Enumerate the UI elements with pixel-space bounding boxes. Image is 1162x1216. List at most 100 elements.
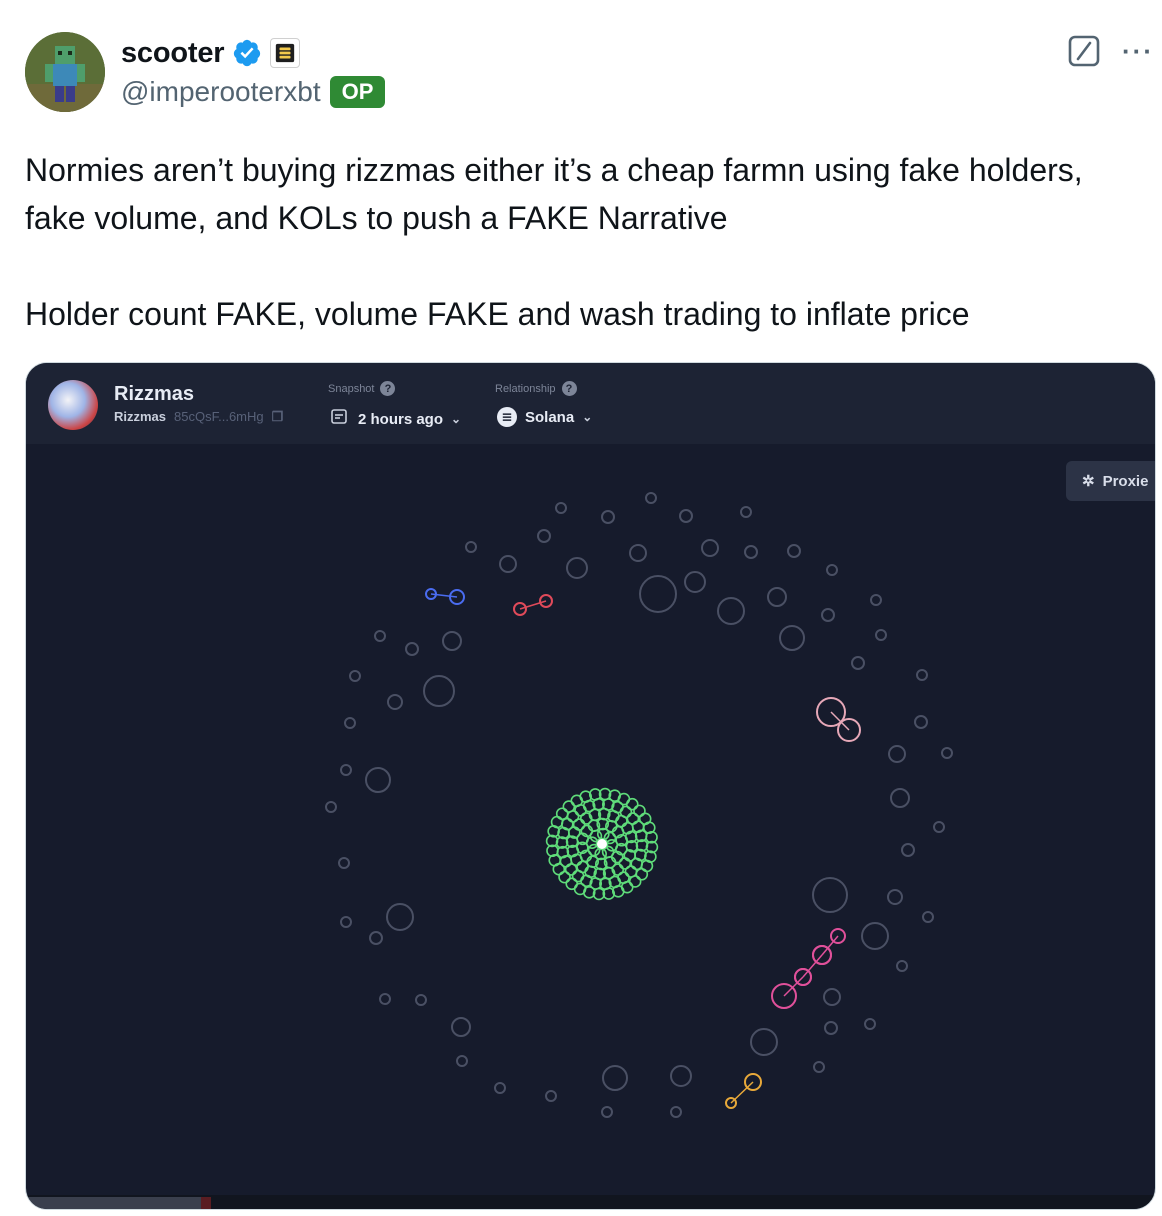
holder-bubble [640, 859, 654, 873]
holder-bubble [617, 792, 631, 806]
grok-icon[interactable] [1067, 34, 1101, 68]
holder-bubble [601, 1106, 613, 1118]
author-name-row: scooter [121, 34, 301, 72]
author-handle[interactable]: @imperooterxbt [121, 76, 321, 108]
holder-bubble [601, 510, 615, 524]
op-badge: OP [329, 76, 386, 108]
holder-bubble [813, 1061, 825, 1073]
token-name: Rizzmas [114, 383, 195, 405]
holder-bubble [451, 1017, 471, 1037]
snapshot-label-row: Snapshot ? [328, 381, 396, 396]
proxies-button: ✲ Proxie [1066, 461, 1155, 501]
proxies-label: Proxie [1102, 472, 1149, 490]
token-symbol: Rizzmas [114, 409, 167, 424]
holder-bubble [670, 1106, 682, 1118]
holder-bubble [365, 767, 391, 793]
holder-bubble [787, 544, 801, 558]
holder-bubble [386, 903, 414, 931]
tweet-paragraph-2: Holder count FAKE, volume FAKE and wash … [25, 296, 970, 332]
holder-bubble [340, 764, 352, 776]
relationship-value: Solana [525, 408, 575, 426]
linked-clusters [425, 588, 861, 1109]
author-avatar[interactable] [25, 32, 105, 112]
cluster-link [802, 954, 823, 978]
holder-bubble [864, 1018, 876, 1030]
holder-bubble [888, 745, 906, 763]
holder-bubble [812, 877, 848, 913]
holder-bubble [558, 870, 571, 884]
help-icon: ? [561, 381, 577, 396]
scrollbar-thumb [26, 1197, 201, 1209]
holder-bubble [914, 715, 928, 729]
holder-bubble [562, 800, 576, 813]
holder-bubble [625, 797, 639, 811]
snapshot-value: 2 hours ago [358, 410, 444, 428]
avatar-image [25, 32, 105, 112]
holder-bubble [566, 557, 588, 579]
holder-bubble [701, 539, 719, 557]
holder-bubble [571, 869, 585, 883]
holder-bubble [851, 656, 865, 670]
holder-bubble [922, 911, 934, 923]
author-display-name[interactable]: scooter [121, 37, 225, 70]
holder-bubble [465, 541, 477, 553]
holder-bubble [645, 492, 657, 504]
holder-bubble [379, 993, 391, 1005]
holder-bubble [635, 867, 649, 881]
holder-bubble [779, 625, 805, 651]
holder-bubble [555, 502, 567, 514]
holder-bubble [456, 1055, 468, 1067]
help-icon: ? [380, 381, 396, 396]
holder-bubble [875, 629, 887, 641]
affiliation-badge-icon[interactable] [270, 38, 301, 68]
holder-bubble [679, 509, 693, 523]
bubble-map-graph [325, 492, 953, 1118]
holder-bubble [405, 642, 419, 656]
token-address: 85cQsF...6mHg [174, 409, 264, 424]
chevron-down-icon: ⌄ [451, 412, 462, 426]
holder-bubble [890, 788, 910, 808]
central-node [597, 839, 607, 849]
holder-bubble [870, 594, 882, 606]
snapshot-label: Snapshot [328, 382, 375, 395]
holder-bubble [338, 857, 350, 869]
cluster-link [830, 711, 850, 731]
holder-bubble [744, 545, 758, 559]
holder-bubble [740, 506, 752, 518]
holder-bubble [573, 882, 587, 896]
holder-bubble [826, 564, 838, 576]
holder-bubble [550, 815, 564, 829]
holder-bubble [349, 670, 361, 682]
relationship-label: Relationship [495, 382, 556, 395]
holder-bubble [639, 575, 677, 613]
holder-bubble [619, 805, 633, 819]
solana-icon [497, 407, 517, 427]
verified-badge-icon[interactable] [232, 38, 262, 68]
author-handle-row: @imperooterxbt OP [121, 76, 386, 108]
holder-bubble [941, 747, 953, 759]
holder-bubble [717, 597, 745, 625]
image-scrollbar [26, 1195, 1155, 1209]
tweet-media-image[interactable]: Rizzmas Rizzmas 85cQsF...6mHg ❐ Snapshot… [25, 362, 1156, 1210]
chevron-down-icon: ⌄ [582, 410, 593, 424]
holder-bubble [750, 1028, 778, 1056]
cluster-link [783, 976, 804, 997]
relationship-dropdown: Solana ⌄ [497, 407, 592, 427]
holder-bubble [628, 875, 642, 888]
tweet-text: Normies aren’t buying rizzmas either it’… [25, 146, 1145, 338]
holder-bubble [901, 843, 915, 857]
holder-bubble [633, 804, 646, 818]
holder-bubble [423, 675, 455, 707]
holder-bubble [415, 994, 427, 1006]
holder-bubble [325, 801, 337, 813]
holder-bubble [555, 807, 569, 821]
holder-bubble [629, 544, 647, 562]
holder-bubble [602, 1065, 628, 1091]
holder-bubble [442, 631, 462, 651]
holder-bubble [887, 889, 903, 905]
holder-bubble [344, 717, 356, 729]
holder-bubble [494, 1082, 506, 1094]
holder-bubble [861, 922, 889, 950]
snapshot-icon [330, 407, 350, 431]
more-horizontal-icon[interactable]: ··· [1120, 36, 1156, 66]
